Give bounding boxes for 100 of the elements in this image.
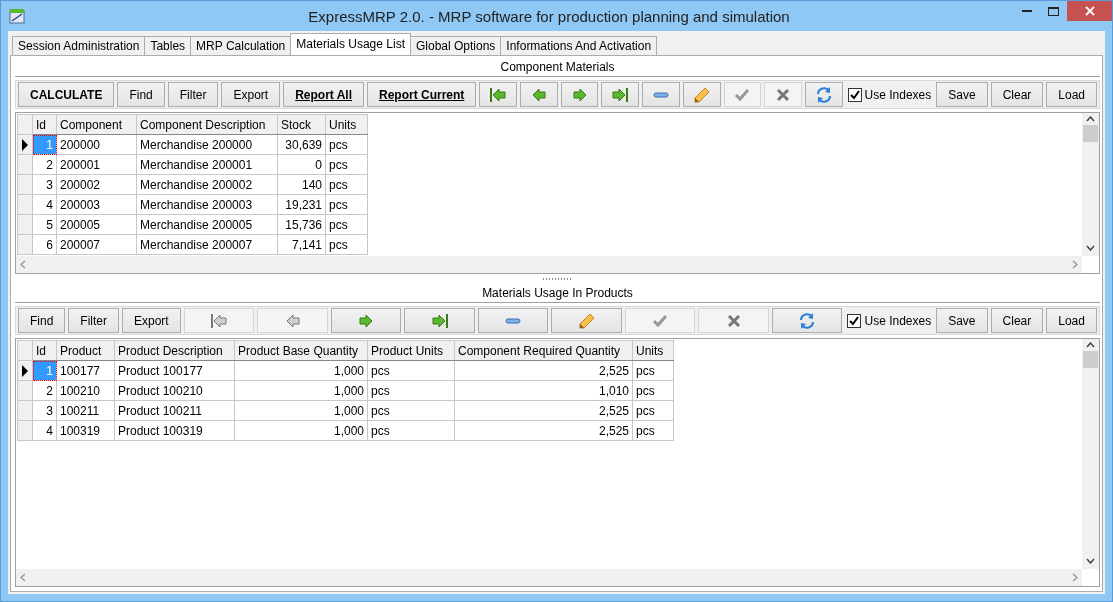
table-cell: pcs (632, 400, 674, 421)
table-cell: 1,000 (234, 400, 368, 421)
column-header[interactable]: Units (325, 114, 368, 135)
table-cell: 100177 (56, 360, 115, 381)
tab[interactable]: Session Administration (12, 36, 146, 55)
toolbar-button[interactable] (551, 308, 622, 333)
window-title: ExpressMRP 2.0. - MRP software for production planning and simulation (307, 7, 791, 25)
column-header[interactable]: Component Required Quantity (454, 340, 633, 361)
toolbar-button[interactable]: Report All (283, 82, 365, 107)
grid-corner (17, 114, 33, 135)
cross-icon (776, 87, 791, 102)
toolbar-button[interactable] (560, 82, 599, 107)
table-cell: 1,010 (454, 380, 633, 401)
table-cell: pcs (325, 134, 368, 155)
refresh-icon (814, 85, 833, 104)
column-header[interactable]: Component Description (136, 114, 278, 135)
table-cell: Merchandise 200002 (136, 174, 278, 195)
toolbar-button[interactable]: Load (1046, 82, 1097, 107)
vertical-scrollbar[interactable] (1082, 113, 1099, 256)
table-cell: 2,525 (454, 360, 633, 381)
table-cell: pcs (325, 194, 368, 215)
toolbar-button[interactable]: CALCULATE (18, 82, 115, 107)
table-cell: 2 (32, 380, 57, 401)
minimize-icon (1021, 10, 1032, 12)
horizontal-scrollbar[interactable] (16, 256, 1082, 273)
column-header[interactable]: Id (32, 340, 57, 361)
checkbox-label[interactable]: Use Indexes (864, 87, 932, 102)
scroll-thumb[interactable] (1083, 351, 1098, 368)
table-cell: Product 100177 (114, 360, 235, 381)
toolbar-button[interactable] (771, 308, 843, 333)
checkmark-icon (734, 87, 751, 102)
table-cell: 5 (32, 214, 57, 235)
vertical-scrollbar[interactable] (1082, 339, 1099, 569)
table-cell: 100210 (56, 380, 115, 401)
table-cell: pcs (325, 234, 368, 255)
column-header[interactable]: Units (632, 340, 674, 361)
table-cell: pcs (325, 154, 368, 175)
toolbar-button[interactable]: Export (122, 308, 181, 333)
last-record-icon (611, 86, 630, 103)
checkbox-label[interactable]: Use Indexes (864, 313, 932, 328)
toolbar-button[interactable] (330, 308, 402, 333)
column-header[interactable]: Component (56, 114, 137, 135)
close-button[interactable] (1067, 1, 1112, 21)
arrow-left-icon (284, 312, 301, 329)
table-cell: pcs (632, 360, 674, 381)
toolbar-button[interactable]: Find (117, 82, 165, 107)
toolbar-button[interactable] (520, 82, 558, 107)
table-cell: pcs (367, 400, 455, 421)
table-cell: 200003 (56, 194, 137, 215)
toolbar-button[interactable]: Export (221, 82, 281, 107)
toolbar-button[interactable] (477, 308, 549, 333)
chevron-up-icon (1086, 116, 1095, 122)
table-cell: Merchandise 200000 (136, 134, 278, 155)
toolbar-button[interactable]: Clear (990, 308, 1044, 333)
arrow-right-icon (571, 86, 588, 103)
table-cell: 200005 (56, 214, 137, 235)
toolbar-button[interactable] (682, 82, 721, 107)
column-header[interactable]: Id (32, 114, 57, 135)
table-cell: 4 (32, 194, 57, 215)
minus-icon (505, 317, 522, 324)
chevron-left-icon (20, 573, 26, 582)
table-cell: 3 (32, 400, 57, 421)
table-cell: 1,000 (234, 360, 368, 381)
column-header[interactable]: Stock (277, 114, 326, 135)
tab[interactable]: Materials Usage List (290, 33, 411, 55)
table-cell: 100211 (56, 400, 115, 421)
chevron-down-icon (1086, 558, 1095, 564)
table-cell: 2,525 (454, 400, 633, 421)
toolbar-button[interactable] (404, 308, 475, 333)
table-cell: pcs (325, 214, 368, 235)
chevron-left-icon (20, 260, 26, 269)
toolbar-button[interactable]: Report Current (367, 82, 477, 107)
toolbar-button[interactable]: Save (936, 82, 988, 107)
table-cell: 1,000 (234, 420, 368, 441)
tab[interactable]: Global Options (409, 36, 502, 55)
grid-corner (17, 340, 33, 361)
horizontal-scrollbar[interactable] (16, 569, 1082, 586)
column-header[interactable]: Product Description (114, 340, 235, 361)
table-cell: pcs (367, 360, 455, 381)
table-cell: 6 (32, 234, 57, 255)
table-cell: 7,141 (277, 234, 326, 255)
column-header[interactable]: Product Units (367, 340, 455, 361)
checkbox[interactable] (847, 313, 862, 328)
toolbar-button[interactable]: Filter (167, 82, 219, 107)
column-header[interactable]: Product (56, 340, 115, 361)
scroll-thumb[interactable] (1083, 125, 1098, 142)
toolbar-button[interactable] (601, 82, 640, 107)
toolbar-button[interactable]: Find (18, 308, 66, 333)
table-cell: pcs (325, 174, 368, 195)
toolbar-button[interactable]: Clear (990, 82, 1044, 107)
toolbar-button[interactable] (479, 82, 518, 107)
toolbar-button[interactable] (642, 82, 680, 107)
toolbar-button[interactable]: Filter (68, 308, 119, 333)
toolbar-button[interactable]: Load (1046, 308, 1097, 333)
checkbox[interactable] (847, 87, 862, 102)
table-cell: Merchandise 200007 (136, 234, 278, 255)
toolbar-button[interactable] (804, 82, 843, 107)
toolbar-button[interactable]: Save (936, 308, 988, 333)
column-header[interactable]: Product Base Quantity (234, 340, 368, 361)
tab[interactable]: Informations And Activation (500, 36, 658, 55)
